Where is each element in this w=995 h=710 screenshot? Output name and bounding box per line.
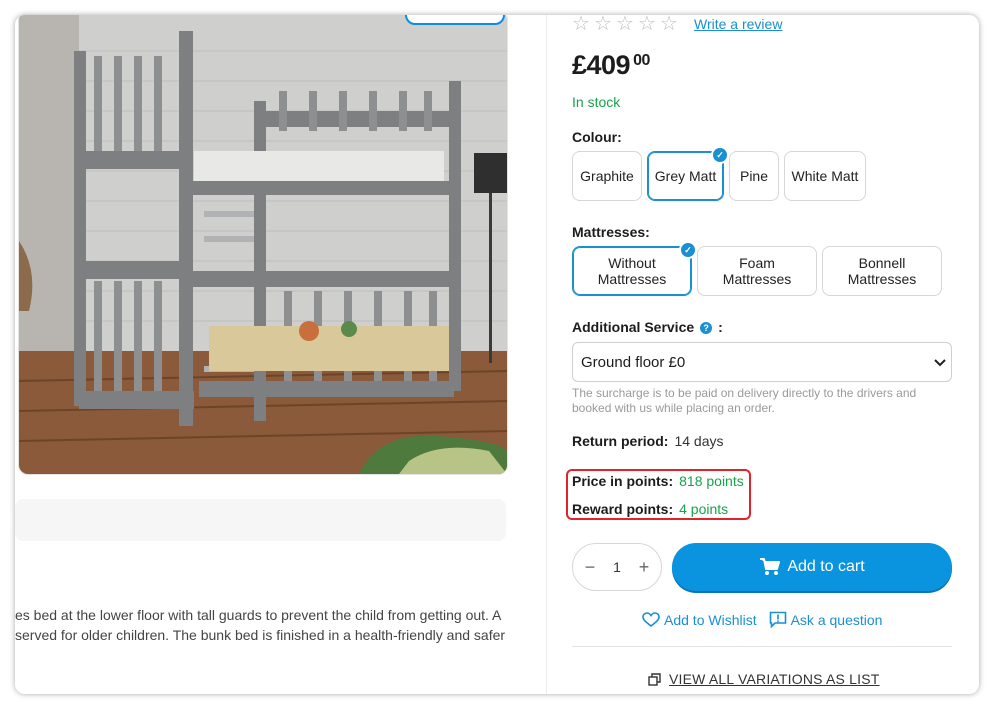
option-label: Foam Mattresses bbox=[722, 255, 792, 287]
product-image[interactable] bbox=[18, 15, 508, 475]
return-period: Return period: 14 days bbox=[572, 433, 724, 449]
decrease-button[interactable]: − bbox=[583, 557, 597, 578]
tab-bar bbox=[15, 499, 506, 541]
option-label: Bonnell Mattresses bbox=[847, 255, 917, 287]
zoom-button[interactable] bbox=[405, 15, 505, 25]
check-icon: ✓ bbox=[679, 241, 697, 259]
additional-service-select[interactable]: Ground floor £0 bbox=[572, 342, 952, 382]
mattress-option-foam[interactable]: Foam Mattresses bbox=[697, 246, 817, 296]
colour-option-pine[interactable]: Pine bbox=[729, 151, 779, 201]
option-label: Grey Matt bbox=[654, 168, 717, 184]
option-label: Pine bbox=[739, 168, 769, 184]
mattress-option-bonnell[interactable]: Bonnell Mattresses bbox=[822, 246, 942, 296]
additional-service-colon: : bbox=[718, 319, 723, 335]
heart-icon bbox=[642, 611, 660, 627]
view-variations-label: VIEW ALL VARIATIONS AS LIST bbox=[669, 671, 880, 687]
product-gallery-column: es bed at the lower floor with tall guar… bbox=[15, 15, 546, 694]
rating: ☆ ☆ ☆ ☆ ☆ Write a review bbox=[572, 15, 782, 34]
star-icon[interactable]: ☆ bbox=[616, 15, 638, 34]
reward-points-label: Reward points: bbox=[572, 501, 674, 517]
chevron-down-icon bbox=[934, 359, 946, 367]
price-main: £409 bbox=[572, 50, 631, 80]
additional-service-label: Additional Service?: bbox=[572, 319, 723, 335]
colour-label: Colour: bbox=[572, 129, 622, 145]
bunk-bed-photo bbox=[19, 15, 507, 474]
wishlist-label: Add to Wishlist bbox=[664, 611, 757, 628]
description-line: es bed at the lower floor with tall guar… bbox=[15, 607, 502, 623]
quantity-value[interactable]: 1 bbox=[613, 559, 621, 575]
add-to-cart-label: Add to cart bbox=[787, 558, 865, 575]
description-line: served for older children. The bunk bed … bbox=[15, 627, 506, 643]
mattresses-label: Mattresses: bbox=[572, 224, 650, 240]
quantity-stepper: − 1 + bbox=[572, 543, 662, 591]
cart-icon bbox=[760, 558, 781, 575]
reward-points-value: 4 points bbox=[679, 501, 729, 517]
price-in-points-value: 818 points bbox=[679, 473, 744, 489]
write-review-link[interactable]: Write a review bbox=[694, 16, 782, 32]
colour-option-grey-matt[interactable]: Grey Matt ✓ bbox=[647, 146, 729, 201]
star-icon[interactable]: ☆ bbox=[572, 15, 594, 34]
reward-points: Reward points: 4 points bbox=[572, 501, 728, 517]
add-to-cart-button[interactable]: Add to cart bbox=[672, 543, 952, 591]
return-period-value: 14 days bbox=[674, 433, 724, 449]
return-period-label: Return period: bbox=[572, 433, 669, 449]
additional-service-text: Additional Service bbox=[572, 319, 695, 335]
add-to-wishlist-link[interactable]: Add to Wishlist bbox=[642, 612, 757, 628]
question-bubble-icon bbox=[769, 611, 786, 628]
ask-question-link[interactable]: Ask a question bbox=[769, 611, 883, 628]
view-variations-link[interactable]: VIEW ALL VARIATIONS AS LIST bbox=[648, 671, 880, 687]
stock-status: In stock bbox=[572, 94, 621, 110]
price-in-points: Price in points: 818 points bbox=[572, 473, 744, 489]
star-icon[interactable]: ☆ bbox=[594, 15, 616, 34]
star-icon[interactable]: ☆ bbox=[660, 15, 682, 34]
colour-option-graphite[interactable]: Graphite bbox=[572, 151, 642, 201]
column-divider bbox=[546, 15, 547, 694]
check-icon: ✓ bbox=[711, 146, 729, 164]
purchase-panel: ☆ ☆ ☆ ☆ ☆ Write a review £409 00 In stock… bbox=[566, 15, 972, 694]
question-label: Ask a question bbox=[790, 611, 883, 628]
increase-button[interactable]: + bbox=[637, 557, 651, 578]
price-in-points-label: Price in points: bbox=[572, 473, 674, 489]
star-icon[interactable]: ☆ bbox=[638, 15, 660, 34]
copy-icon bbox=[648, 672, 661, 686]
colour-option-white-matt[interactable]: White Matt bbox=[784, 151, 866, 201]
surcharge-note: The surcharge is to be paid on delivery … bbox=[572, 386, 917, 415]
mattress-option-without[interactable]: Without Mattresses ✓ bbox=[572, 241, 697, 296]
option-label: White Matt bbox=[791, 168, 859, 184]
product-page: es bed at the lower floor with tall guar… bbox=[15, 15, 979, 694]
divider bbox=[572, 646, 952, 647]
select-value: Ground floor £0 bbox=[581, 353, 686, 371]
price: £409 00 bbox=[572, 50, 650, 81]
option-label: Without Mattresses bbox=[597, 255, 667, 287]
product-description: es bed at the lower floor with tall guar… bbox=[15, 605, 515, 645]
price-cents: 00 bbox=[633, 52, 650, 69]
option-label: Graphite bbox=[580, 168, 634, 184]
help-icon[interactable]: ? bbox=[700, 322, 713, 334]
secondary-actions: Add to Wishlist Ask a question bbox=[642, 611, 894, 628]
